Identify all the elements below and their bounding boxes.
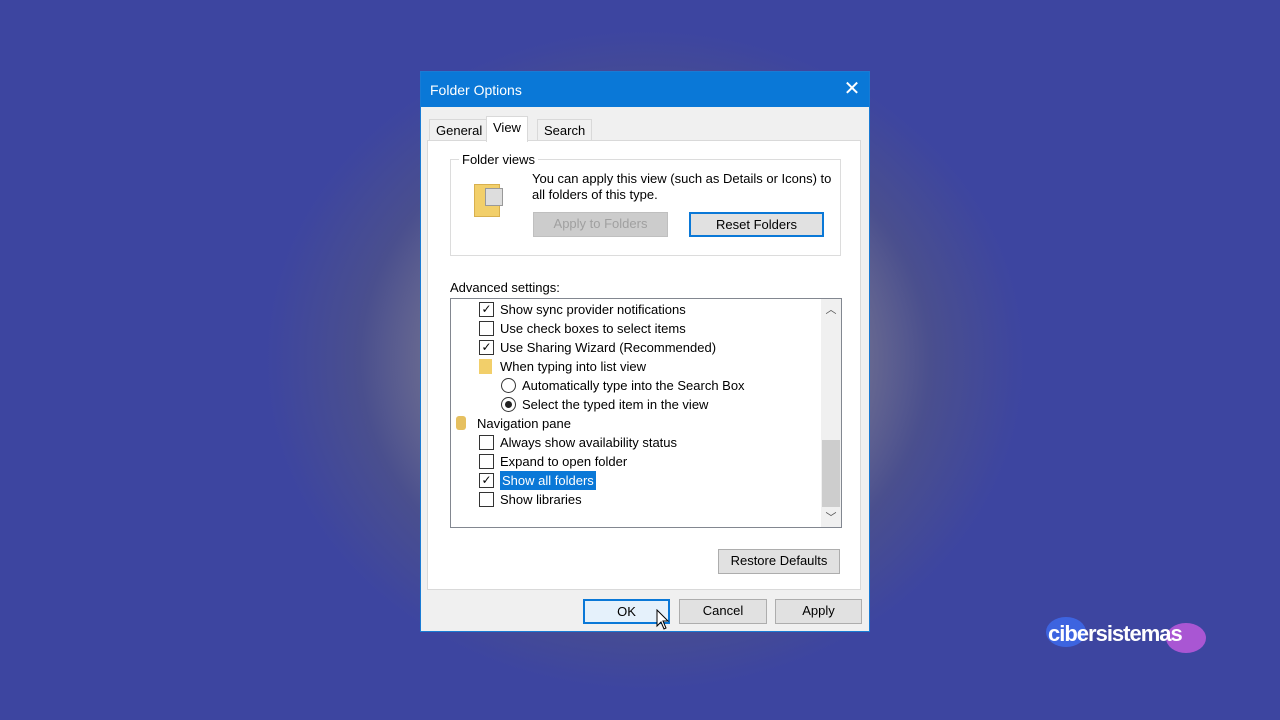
- list-item-label: Always show availability status: [500, 435, 678, 450]
- navigation-pane-icon: [456, 416, 466, 430]
- list-item-label: Select the typed item in the view: [522, 397, 709, 412]
- tab-general[interactable]: General: [429, 119, 490, 141]
- cancel-button[interactable]: Cancel: [679, 599, 767, 624]
- list-item-label: Show sync provider notifications: [500, 302, 686, 317]
- tab-search[interactable]: Search: [537, 119, 593, 141]
- folder-views-label: Folder views: [459, 152, 538, 167]
- checkbox[interactable]: [479, 492, 494, 507]
- folder-options-dialog: Folder Options ✕ General View Search Fol…: [420, 71, 870, 632]
- list-item-label: Automatically type into the Search Box: [522, 378, 745, 393]
- folder-view-icon: [474, 184, 503, 217]
- scrollbar[interactable]: ︿ ﹀: [821, 299, 841, 527]
- advanced-settings-list[interactable]: ✓ Show sync provider notifications Use che…: [450, 298, 842, 528]
- folder-icon: [479, 359, 492, 374]
- list-item-label: Expand to open folder: [500, 454, 628, 469]
- close-icon[interactable]: ✕: [839, 77, 865, 101]
- reset-folders-button[interactable]: Reset Folders: [689, 212, 824, 237]
- radio-button[interactable]: [501, 397, 516, 412]
- cibersistemas-logo: cibersistemas: [1046, 617, 1206, 657]
- checkbox[interactable]: [479, 435, 494, 450]
- scrollbar-thumb[interactable]: [822, 440, 840, 507]
- checkbox[interactable]: ✓: [479, 473, 494, 488]
- title-bar[interactable]: Folder Options ✕: [421, 72, 869, 107]
- mouse-cursor-icon: [656, 609, 670, 630]
- scroll-down-icon[interactable]: ﹀: [821, 509, 841, 525]
- list-item-label: Navigation pane: [477, 416, 571, 431]
- advanced-settings-label: Advanced settings:: [450, 280, 560, 295]
- list-item-label: Use Sharing Wizard (Recommended): [500, 340, 717, 355]
- folder-views-description-2: all folders of this type.: [532, 187, 658, 202]
- folder-views-group: Folder views You can apply this view (su…: [450, 152, 841, 256]
- view-tab-panel: Folder views You can apply this view (su…: [427, 140, 861, 590]
- radio-button[interactable]: [501, 378, 516, 393]
- list-item-label: Show libraries: [500, 492, 582, 507]
- list-item-label: When typing into list view: [500, 359, 646, 374]
- restore-defaults-button[interactable]: Restore Defaults: [718, 549, 840, 574]
- checkbox[interactable]: ✓: [479, 340, 494, 355]
- apply-button[interactable]: Apply: [775, 599, 862, 624]
- apply-to-folders-button[interactable]: Apply to Folders: [533, 212, 668, 237]
- list-item-label: Use check boxes to select items: [500, 321, 686, 336]
- folder-views-description: You can apply this view (such as Details…: [532, 171, 832, 186]
- checkbox[interactable]: [479, 321, 494, 336]
- dialog-title: Folder Options: [430, 82, 522, 98]
- list-item-label: Show all folders: [500, 471, 596, 490]
- checkbox[interactable]: [479, 454, 494, 469]
- scroll-up-icon[interactable]: ︿: [821, 301, 841, 317]
- tab-view[interactable]: View: [486, 116, 528, 142]
- checkbox[interactable]: ✓: [479, 302, 494, 317]
